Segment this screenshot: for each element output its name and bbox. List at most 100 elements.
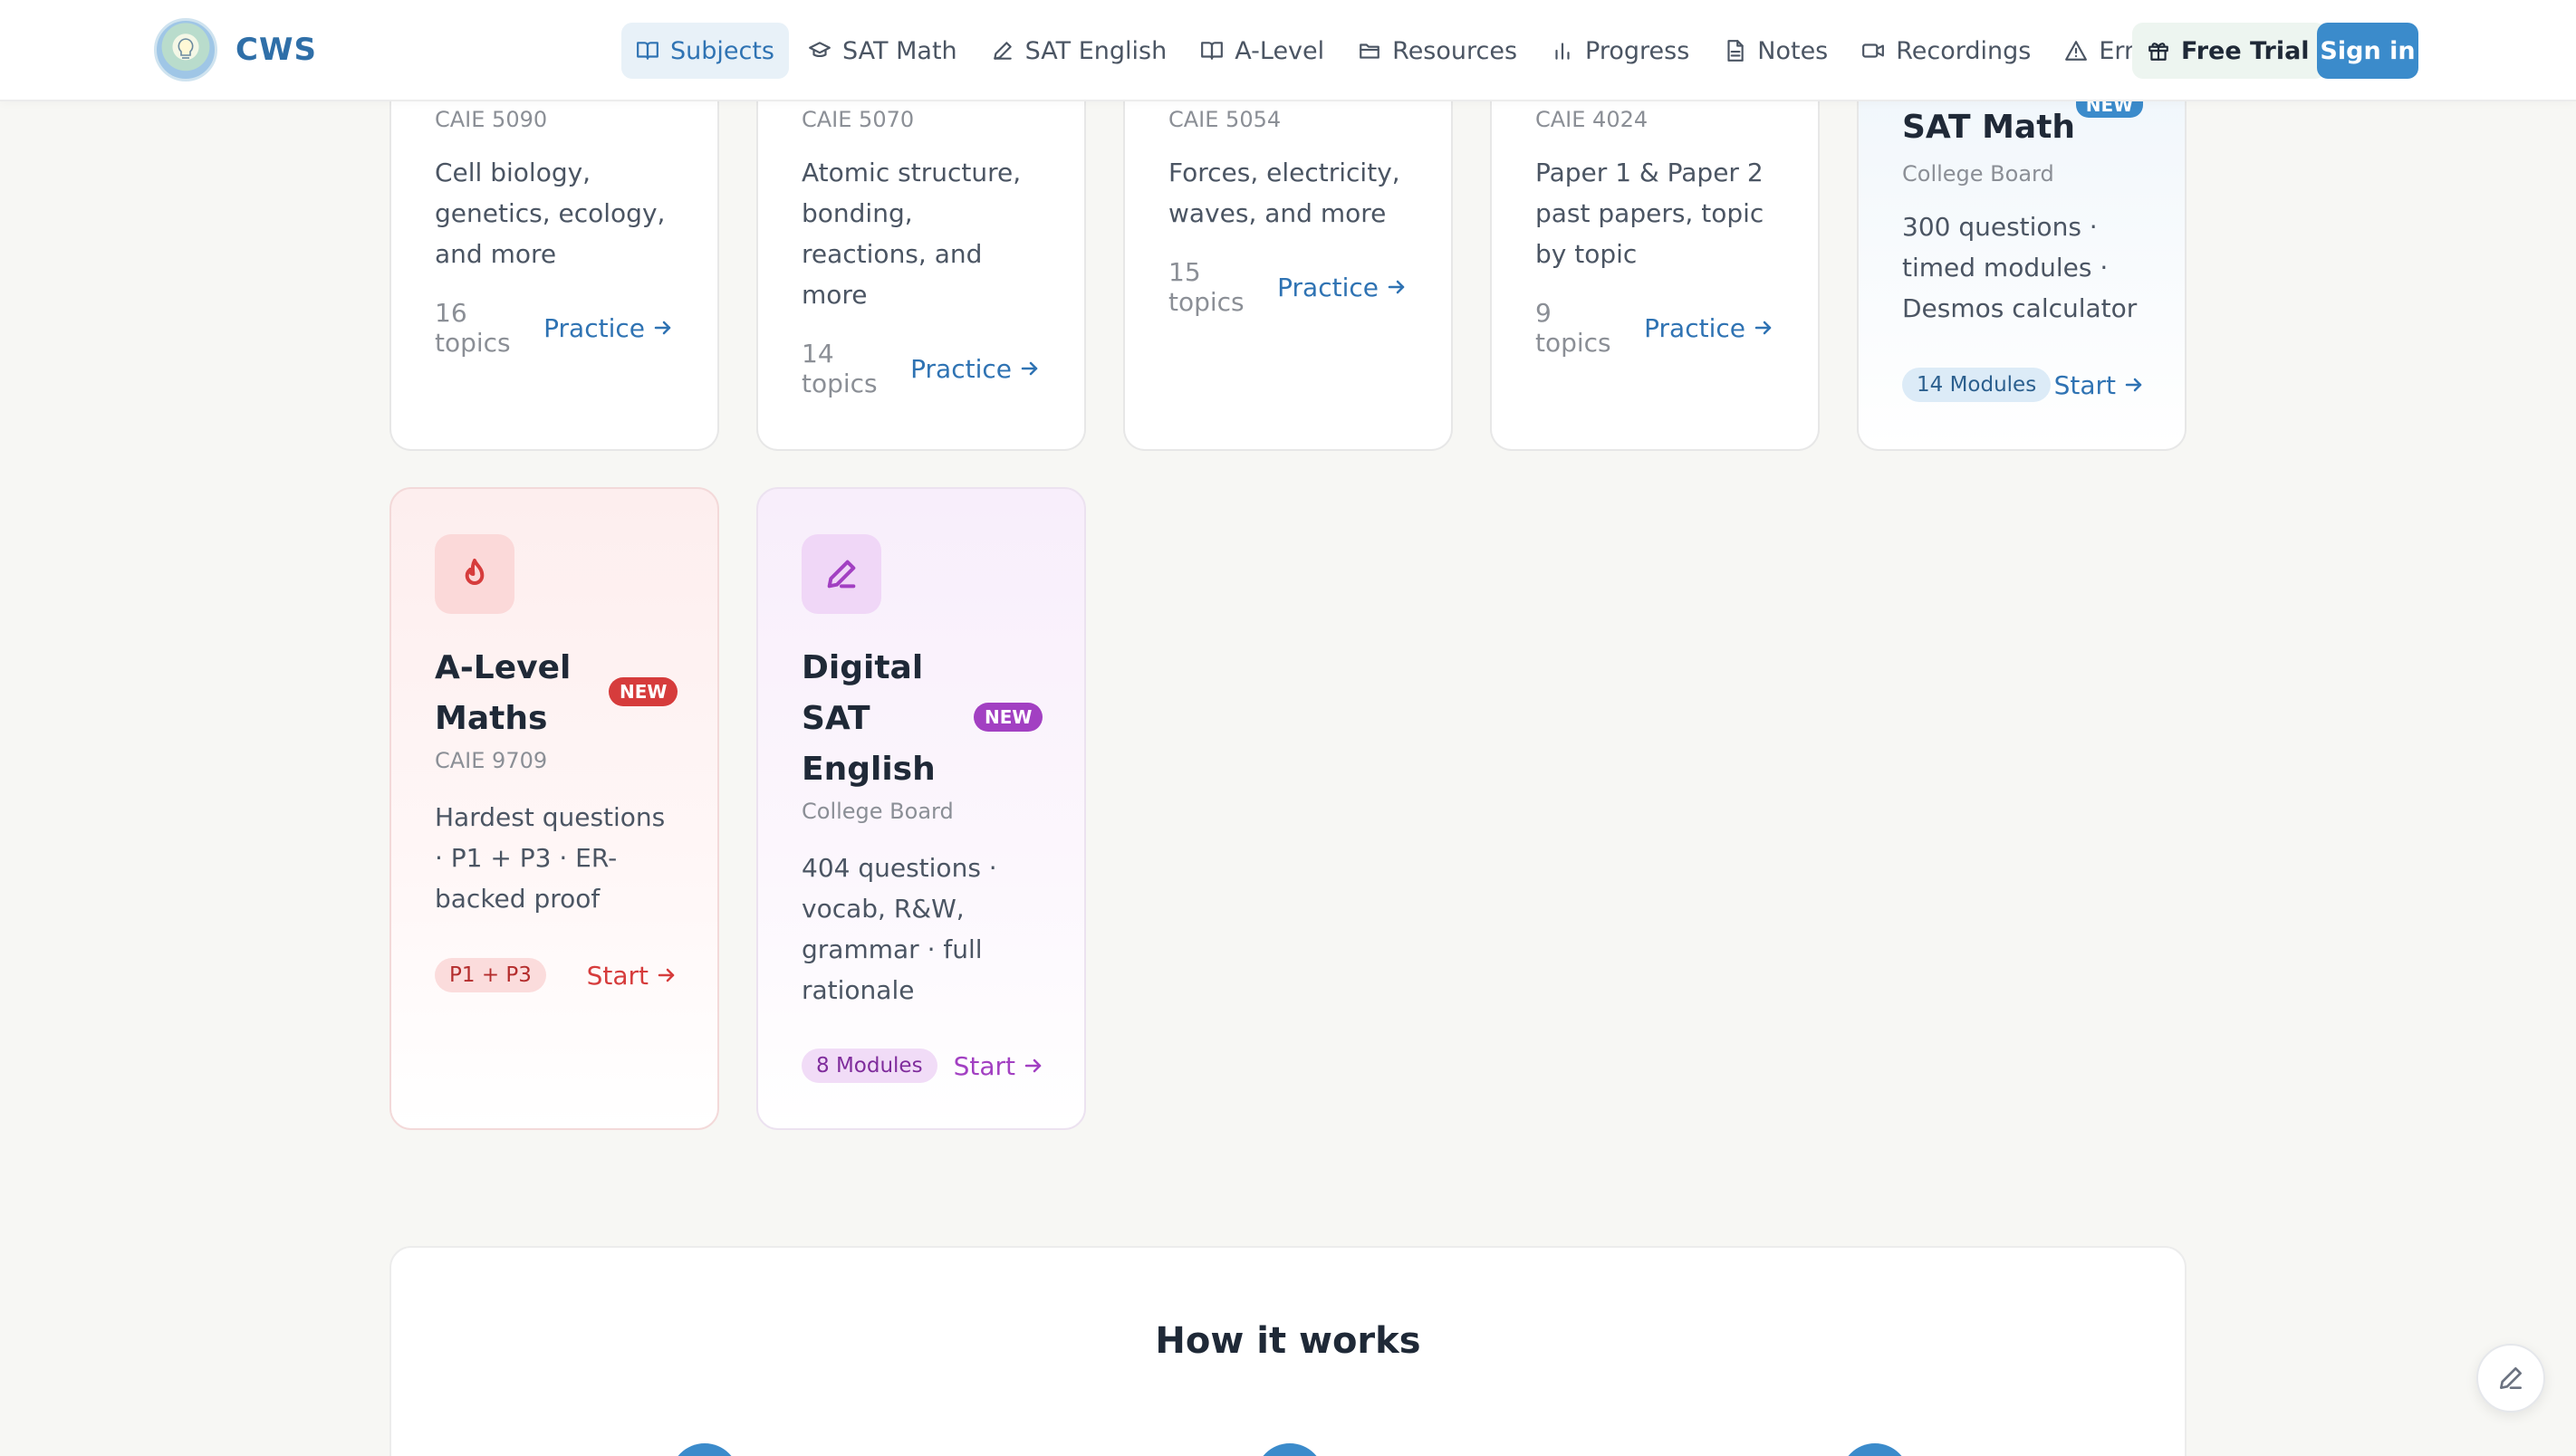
modules-pill: 8 Modules — [802, 1049, 937, 1083]
nav-item-progress[interactable]: Progress — [1536, 23, 1704, 79]
folder-icon — [1360, 43, 1379, 59]
practice-label: Practice — [910, 353, 1012, 384]
start-link[interactable]: Start — [2054, 370, 2145, 400]
subject-card-chemistry[interactable]: CAIE 5070 Atomic structure, bonding, rea… — [756, 54, 1086, 451]
start-label: Start — [2053, 369, 2116, 400]
card-title-line: English — [802, 751, 936, 788]
paper-pill: P1 + P3 — [435, 958, 546, 992]
flame-icon — [465, 559, 485, 585]
nav-item-resources[interactable]: Resources — [1343, 23, 1532, 79]
arrow-right-icon — [1024, 1058, 1042, 1073]
topic-count: 16 topics — [435, 298, 511, 358]
brand-logo-icon — [154, 18, 217, 81]
subject-description: 404 questions · vocab, R&W, grammar · fu… — [802, 853, 997, 1005]
nav-menu: Subjects SAT Math SAT English A-Level Re… — [621, 23, 2229, 79]
subject-code: CAIE 9709 — [435, 748, 548, 773]
step-number-dot — [1841, 1443, 1909, 1456]
subject-description: 300 questions · timed modules · Desmos c… — [1902, 212, 2138, 323]
practice-link[interactable]: Practice — [1644, 313, 1774, 343]
subject-card-biology[interactable]: CAIE 5090 Cell biology, genetics, ecolog… — [389, 54, 719, 451]
alert-triangle-icon — [2065, 41, 2088, 61]
start-link[interactable]: Start — [954, 1051, 1044, 1081]
nav-item-label: SAT Math — [842, 36, 957, 65]
subject-description: Paper 1 & Paper 2 past papers, topic by … — [1535, 158, 1764, 269]
video-icon — [1862, 43, 1885, 58]
nav-item-label: SAT English — [1024, 36, 1168, 65]
brand-logo-link[interactable]: CWS — [154, 18, 317, 81]
subject-description: Forces, electricity, waves, and more — [1168, 158, 1400, 228]
nav-item-label: Resources — [1392, 36, 1518, 65]
pen-icon — [993, 42, 1012, 60]
nav-item-label: Notes — [1757, 36, 1829, 65]
subject-description: Atomic structure, bonding, reactions, an… — [802, 158, 1022, 310]
step-number-dot — [1255, 1443, 1324, 1456]
card-title-line: SAT — [802, 700, 870, 737]
brand-name: CWS — [235, 32, 317, 68]
card-title: SAT Math — [1902, 109, 2076, 146]
subject-code: CAIE 5090 — [435, 107, 548, 132]
graduation-cap-icon — [809, 42, 831, 58]
practice-link[interactable]: Practice — [910, 354, 1041, 384]
arrow-right-icon — [2125, 378, 2142, 392]
nav-item-label: Subjects — [670, 36, 775, 65]
topic-count: 9 topics — [1535, 298, 1611, 358]
card-title-line: Maths — [435, 700, 548, 737]
sign-in-button[interactable]: Sign in — [2317, 23, 2418, 79]
subject-card-a-level-maths[interactable]: A-Level Maths NEW CAIE 9709 Hardest ques… — [389, 487, 719, 1130]
book-open-icon — [1201, 42, 1224, 60]
arrow-right-icon — [654, 321, 671, 335]
gift-icon — [2148, 43, 2168, 61]
section-title: How it works — [1155, 1320, 1421, 1362]
start-link[interactable]: Start — [587, 961, 678, 991]
pen-line-icon — [2500, 1367, 2522, 1389]
topic-count: 15 topics — [1168, 257, 1245, 317]
nav-item-a-level[interactable]: A-Level — [1186, 23, 1339, 79]
subject-card-sat-math[interactable]: NEW SAT Math College Board 300 questions… — [1857, 54, 2187, 451]
start-label: Start — [586, 960, 649, 991]
subject-card-math[interactable]: CAIE 4024 Paper 1 & Paper 2 past papers,… — [1490, 54, 1820, 451]
arrow-right-icon — [1754, 321, 1772, 335]
new-badge: NEW — [609, 677, 678, 706]
book-open-icon — [637, 42, 658, 60]
new-badge: NEW — [974, 703, 1043, 732]
subject-description: Cell biology, genetics, ecology, and mor… — [435, 158, 666, 269]
subject-card-physics[interactable]: CAIE 5054 Forces, electricity, waves, an… — [1123, 54, 1453, 451]
practice-link[interactable]: Practice — [1277, 273, 1408, 302]
step-number-dot — [670, 1443, 739, 1456]
arrow-right-icon — [1021, 361, 1038, 376]
nav-item-sat-math[interactable]: SAT Math — [793, 23, 972, 79]
practice-label: Practice — [543, 312, 645, 343]
practice-label: Practice — [1644, 312, 1745, 343]
pen-line-icon — [827, 560, 856, 589]
nav-item-recordings[interactable]: Recordings — [1847, 23, 2045, 79]
arrow-right-icon — [658, 968, 675, 982]
card-title-line: A-Level — [435, 649, 572, 686]
free-trial-button[interactable]: Free Trial — [2132, 23, 2326, 79]
file-text-icon — [1727, 40, 1745, 62]
nav-item-subjects[interactable]: Subjects — [621, 23, 790, 79]
subject-description: Hardest questions · P1 + P3 · ER-backed … — [435, 802, 666, 914]
nav-item-sat-english[interactable]: SAT English — [976, 23, 1182, 79]
exam-board: College Board — [1902, 161, 2054, 187]
card-icon-box — [435, 534, 514, 614]
modules-pill: 14 Modules — [1902, 368, 2052, 402]
practice-label: Practice — [1277, 272, 1379, 302]
floating-edit-button[interactable] — [2476, 1344, 2545, 1413]
card-icon-box — [802, 534, 881, 614]
exam-board: College Board — [802, 799, 954, 824]
arrow-right-icon — [1388, 280, 1405, 294]
nav-item-label: Recordings — [1896, 36, 2032, 65]
subject-card-digital-sat-english[interactable]: Digital SAT English NEW College Board 40… — [756, 487, 1086, 1130]
nav-item-notes[interactable]: Notes — [1708, 23, 1842, 79]
lightbulb-icon — [178, 38, 194, 59]
subject-code: CAIE 4024 — [1535, 107, 1648, 132]
practice-link[interactable]: Practice — [543, 313, 674, 343]
card-title-line: Digital — [802, 649, 924, 686]
how-it-works-section: How it works — [389, 1246, 2187, 1456]
start-label: Start — [953, 1050, 1015, 1081]
nav-item-label: Progress — [1585, 36, 1690, 65]
topic-count: 14 topics — [802, 339, 878, 398]
subject-code: CAIE 5070 — [802, 107, 915, 132]
nav-item-label: A-Level — [1235, 36, 1325, 65]
free-trial-label: Free Trial — [2181, 36, 2310, 65]
